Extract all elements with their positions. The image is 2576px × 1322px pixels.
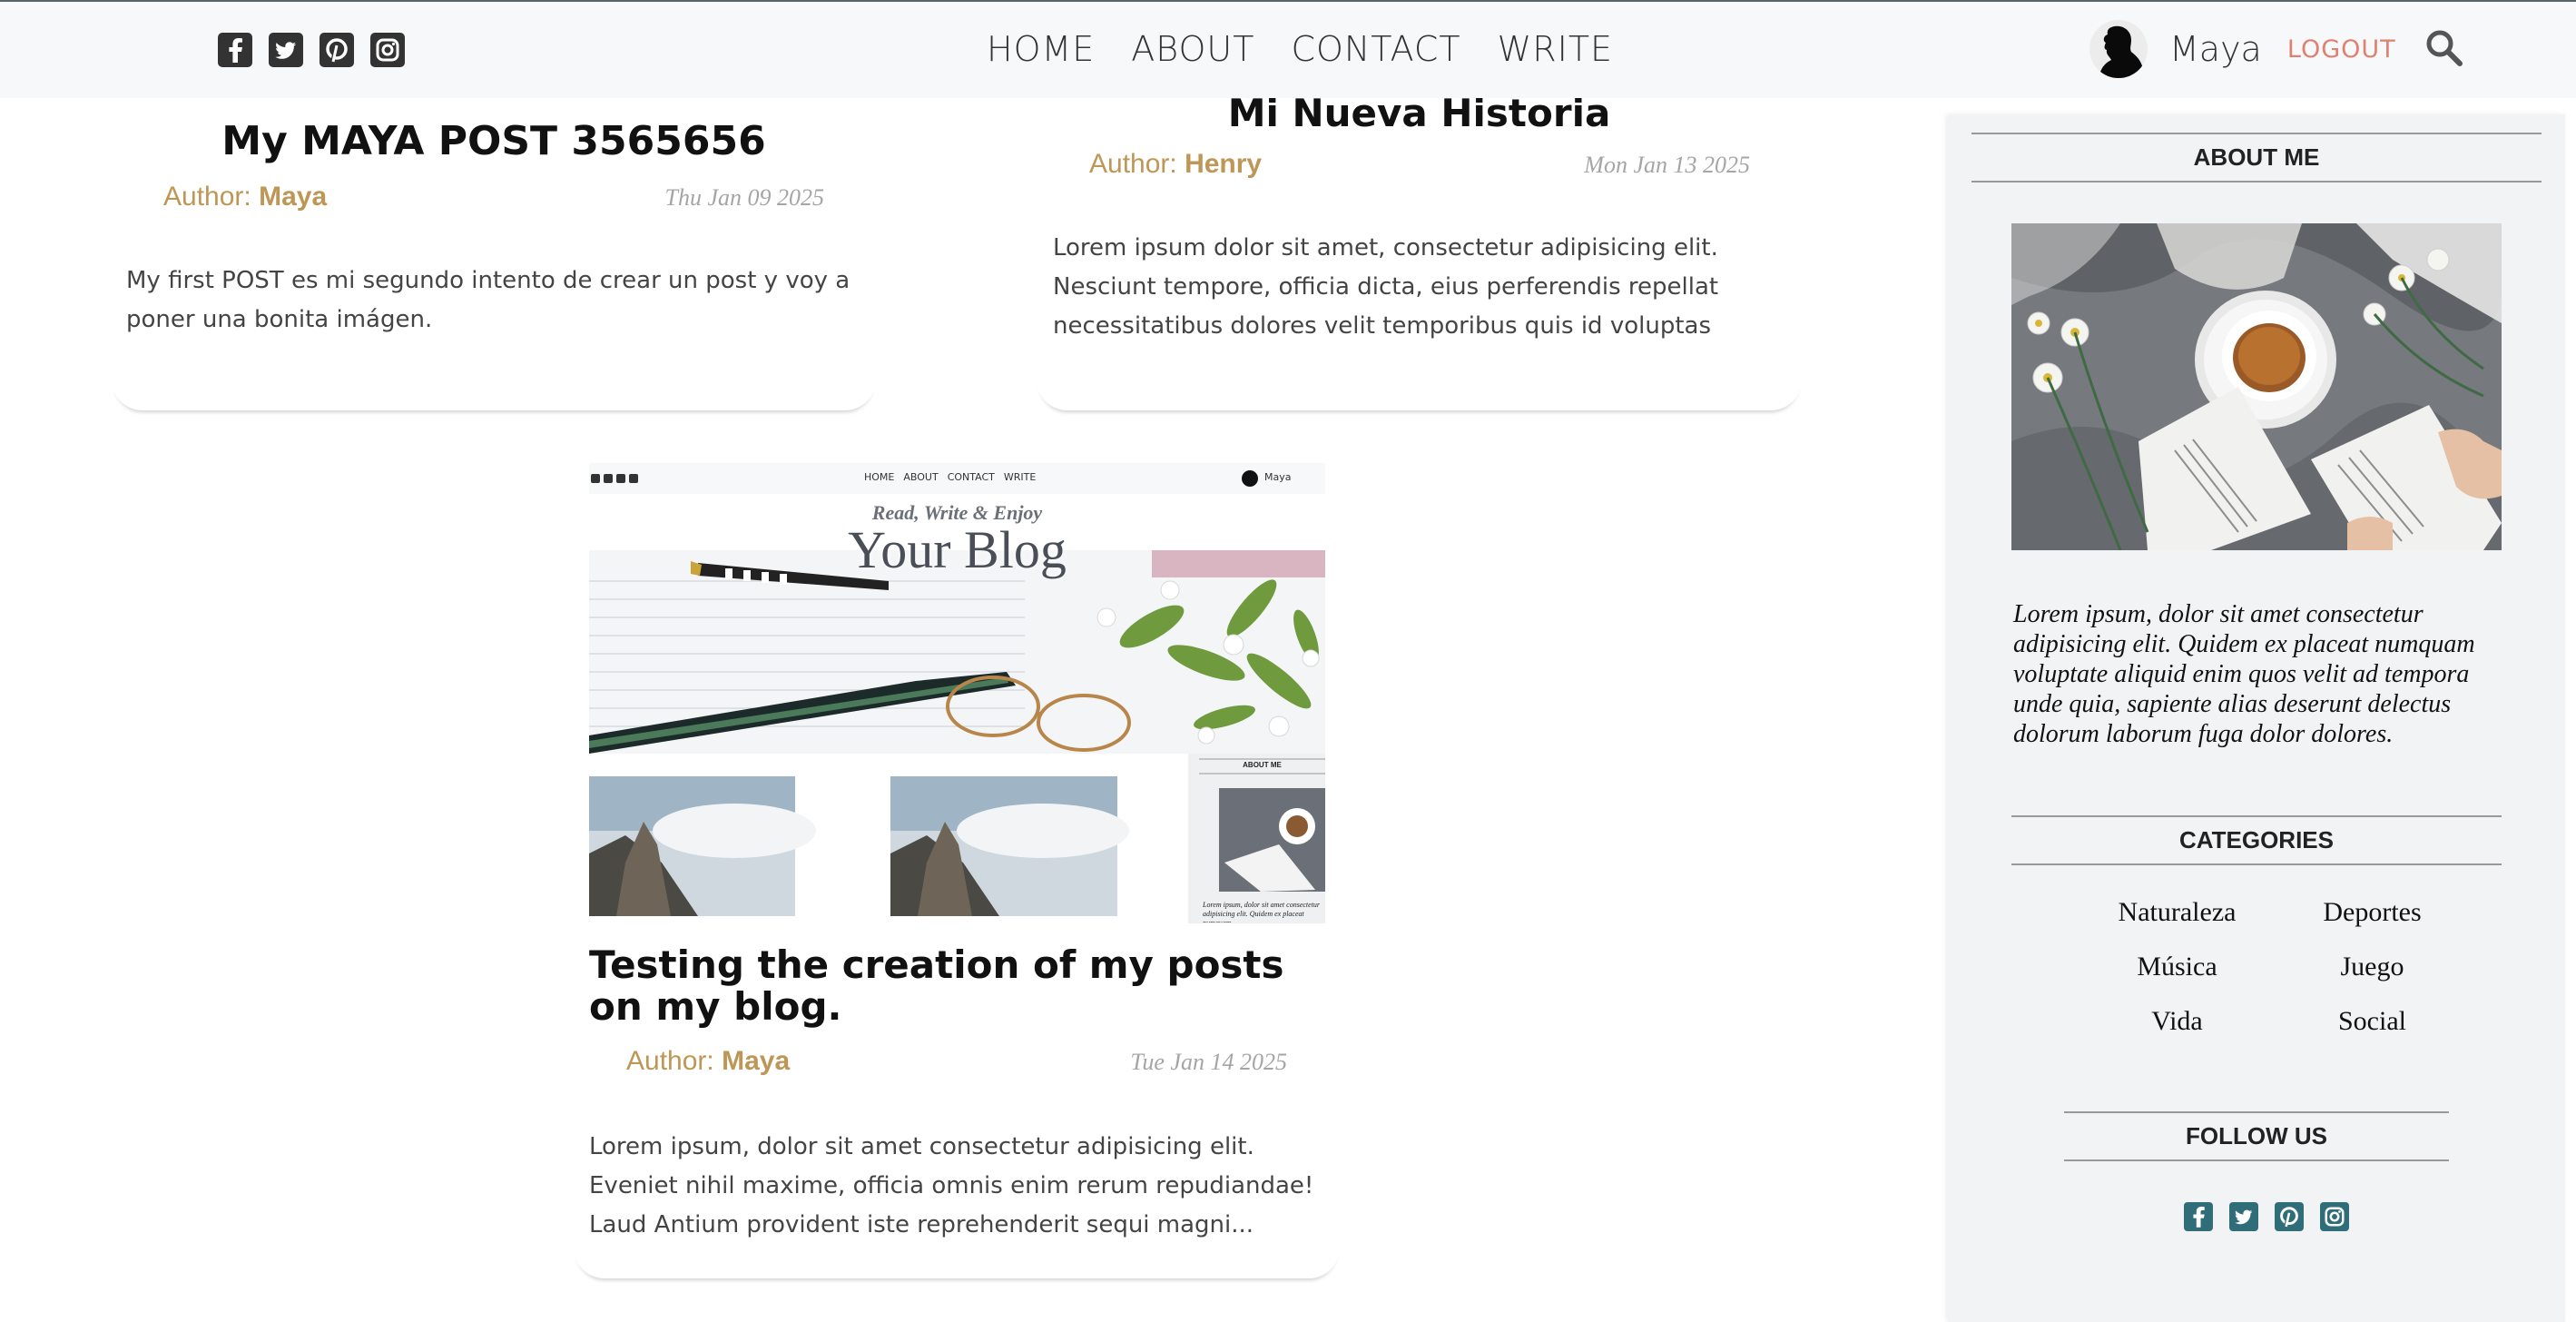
thumbnail-nav-item: WRITE — [1003, 471, 1037, 483]
post-author: Author: Henry — [1089, 149, 1263, 179]
post-author: Author: Maya — [626, 1046, 791, 1076]
pinterest-icon[interactable] — [320, 33, 354, 67]
thumbnail-nav-item: ABOUT — [903, 471, 939, 483]
thumbnail-sidebar-text: Lorem ipsum, dolor sit amet consectetur … — [1203, 901, 1321, 922]
nav-about[interactable]: ABOUT — [1131, 29, 1254, 69]
category-link[interactable]: Juego — [2275, 952, 2470, 982]
follow-links — [2184, 1202, 2349, 1231]
post-card[interactable]: Mi Nueva Historia Author: Henry Mon Jan … — [1037, 91, 1802, 410]
thumbnail-nav: HOME ABOUT CONTACT WRITE — [864, 471, 1036, 483]
user-area: Maya LOGOUT — [2089, 20, 2463, 78]
main-nav: HOME ABOUT CONTACT WRITE — [987, 29, 1613, 69]
post-date: Mon Jan 13 2025 — [1584, 152, 1750, 178]
instagram-icon[interactable] — [2320, 1202, 2349, 1231]
post-excerpt: Lorem ipsum dolor sit amet, consectetur … — [1053, 234, 1719, 340]
categories-list: Naturaleza Deportes Música Juego Vida So… — [2079, 897, 2470, 1037]
facebook-icon[interactable] — [2184, 1202, 2213, 1231]
post-title[interactable]: Testing the creation of my posts on my b… — [589, 944, 1330, 1028]
post-excerpt: My first POST es mi segundo intento de c… — [126, 267, 850, 333]
category-link[interactable]: Música — [2079, 952, 2275, 982]
category-link[interactable]: Social — [2275, 1006, 2470, 1037]
post-meta: Author: Henry Mon Jan 13 2025 — [1089, 149, 1750, 180]
post-title[interactable]: My MAYA POST 3565656 — [112, 118, 876, 164]
thumbnail-nav-item: CONTACT — [947, 471, 995, 483]
nav-write[interactable]: WRITE — [1498, 29, 1613, 69]
categories-heading: CATEGORIES — [2011, 815, 2502, 865]
thumbnail-user-name: Maya — [1264, 471, 1292, 483]
post-date: Thu Jan 09 2025 — [664, 184, 825, 211]
pinterest-icon[interactable] — [2275, 1202, 2304, 1231]
thumbnail-nav-item: HOME — [864, 471, 895, 483]
thumbnail-sidebar-heading: ABOUT ME — [1243, 761, 1282, 769]
facebook-icon[interactable] — [218, 33, 252, 67]
avatar[interactable] — [2089, 20, 2148, 78]
about-heading: ABOUT ME — [1971, 133, 2542, 183]
about-text: Lorem ipsum, dolor sit amet consectetur … — [2013, 600, 2475, 748]
post-date: Tue Jan 14 2025 — [1130, 1049, 1287, 1075]
logout-link[interactable]: LOGOUT — [2287, 35, 2396, 64]
search-icon[interactable] — [2424, 27, 2463, 71]
category-link[interactable]: Naturaleza — [2079, 897, 2275, 928]
post-meta: Author: Maya Tue Jan 14 2025 — [626, 1046, 1287, 1077]
twitter-icon[interactable] — [2229, 1202, 2258, 1231]
post-author: Author: Maya — [163, 182, 328, 212]
twitter-icon[interactable] — [269, 33, 303, 67]
user-name: Maya — [2169, 29, 2262, 69]
top-navbar: HOME ABOUT CONTACT WRITE Maya LOGOUT — [0, 0, 2576, 98]
nav-home[interactable]: HOME — [987, 29, 1095, 69]
post-thumbnail[interactable]: HOME ABOUT CONTACT WRITE Maya Read, Writ… — [589, 463, 1325, 923]
post-excerpt: Lorem ipsum, dolor sit amet consectetur … — [589, 1133, 1314, 1238]
post-card[interactable]: My MAYA POST 3565656 Author: Maya Thu Ja… — [112, 91, 876, 410]
social-links — [218, 33, 405, 67]
post-meta: Author: Maya Thu Jan 09 2025 — [163, 182, 824, 212]
instagram-icon[interactable] — [370, 33, 405, 67]
about-image — [2011, 223, 2502, 550]
follow-heading: FOLLOW US — [2064, 1111, 2449, 1161]
sidebar: ABOUT ME Lorem ipsum, dolor sit amet con… — [1948, 114, 2565, 1322]
thumbnail-headline: Your Blog — [848, 520, 1067, 579]
category-link[interactable]: Vida — [2079, 1006, 2275, 1037]
nav-contact[interactable]: CONTACT — [1291, 29, 1460, 69]
category-link[interactable]: Deportes — [2275, 897, 2470, 928]
